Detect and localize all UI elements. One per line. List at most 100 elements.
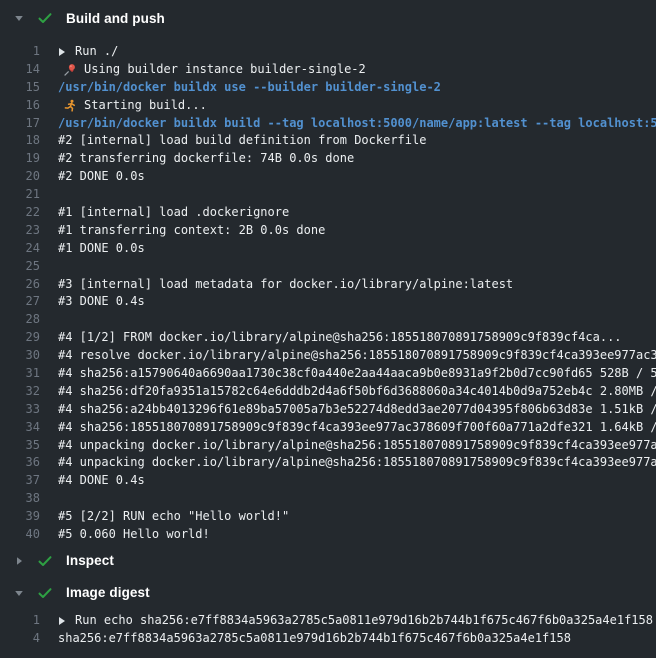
log-line: 28 (0, 311, 656, 329)
chevron-down-icon[interactable] (14, 13, 24, 23)
line-number[interactable]: 24 (0, 240, 40, 258)
log-text: #4 unpacking docker.io/library/alpine@sh… (58, 454, 656, 472)
runner-icon (63, 99, 77, 113)
log-block-image-digest: 1Run echo sha256:e7ff8834a5963a2785c5a08… (0, 612, 656, 648)
line-number[interactable]: 19 (0, 150, 40, 168)
line-number[interactable]: 17 (0, 115, 40, 133)
line-number[interactable]: 26 (0, 276, 40, 294)
line-number[interactable]: 35 (0, 437, 40, 455)
status-check-wrap (37, 585, 53, 601)
log-line-text: #5 [2/2] RUN echo "Hello world!" (40, 508, 289, 526)
line-number[interactable]: 25 (0, 258, 40, 276)
line-number[interactable]: 20 (0, 168, 40, 186)
run-toggle-icon[interactable] (58, 47, 66, 57)
run-toggle-icon[interactable] (58, 616, 66, 626)
line-number[interactable]: 33 (0, 401, 40, 419)
log-text: /usr/bin/docker buildx use --builder bui… (58, 79, 441, 97)
log-line: 33 #4 sha256:a24bb4013296f61e89ba57005a7b… (0, 401, 656, 419)
log-text: #2 DONE 0.0s (58, 168, 145, 186)
line-number[interactable]: 16 (0, 97, 40, 115)
check-icon (37, 10, 53, 26)
check-icon (37, 585, 53, 601)
line-number[interactable]: 40 (0, 526, 40, 544)
line-number[interactable]: 29 (0, 329, 40, 347)
log-line: 21 (0, 186, 656, 204)
section-title: Inspect (66, 553, 114, 568)
line-number[interactable]: 1 (0, 612, 40, 630)
line-number[interactable]: 15 (0, 79, 40, 97)
log-line-text: #4 unpacking docker.io/library/alpine@sh… (40, 437, 656, 455)
log-line: 31 #4 sha256:a15790640a6690aa1730c38cf0a4… (0, 365, 656, 383)
line-number[interactable]: 39 (0, 508, 40, 526)
log-line: 39 #5 [2/2] RUN echo "Hello world!" (0, 508, 656, 526)
log-line-text: #3 DONE 0.4s (40, 293, 145, 311)
chevron-wrap[interactable] (14, 556, 24, 566)
log-line[interactable]: 1 Run ./ (0, 43, 656, 61)
chevron-right-icon[interactable] (14, 556, 24, 566)
log-text: #4 resolve docker.io/library/alpine@sha2… (58, 347, 656, 365)
section-header-inspect[interactable]: Inspect (0, 550, 656, 572)
log-text: #5 0.060 Hello world! (58, 526, 210, 544)
chevron-wrap[interactable] (14, 13, 24, 23)
line-number[interactable]: 4 (0, 630, 40, 648)
log-line: 35 #4 unpacking docker.io/library/alpine@… (0, 437, 656, 455)
run-toggle-wrap[interactable] (58, 616, 66, 626)
log-text: Using builder instance builder-single-2 (84, 61, 366, 79)
line-number[interactable]: 23 (0, 222, 40, 240)
line-number[interactable]: 31 (0, 365, 40, 383)
line-number[interactable]: 18 (0, 132, 40, 150)
log-block-build-and-push: 1 Run ./ 14 Using builder instance builder-… (0, 43, 656, 544)
log-line-text: #4 sha256:185518070891758909c9f839cf4ca3… (40, 419, 656, 437)
log-line-text: /usr/bin/docker buildx build --tag local… (40, 115, 656, 133)
log-text: #3 DONE 0.4s (58, 293, 145, 311)
log-text: #3 [internal] load metadata for docker.i… (58, 276, 513, 294)
line-number[interactable]: 32 (0, 383, 40, 401)
log-line-text: sha256:e7ff8834a5963a2785c5a0811e979d16b… (40, 630, 571, 648)
line-number[interactable]: 1 (0, 43, 40, 61)
log-line-text: #4 sha256:a15790640a6690aa1730c38cf0a440… (40, 365, 656, 383)
log-text: Run ./ (75, 43, 118, 61)
log-text: #2 transferring dockerfile: 74B 0.0s don… (58, 150, 354, 168)
log-line-text: /usr/bin/docker buildx use --builder bui… (40, 79, 441, 97)
line-number[interactable]: 34 (0, 419, 40, 437)
log-line: 24#1 DONE 0.0s (0, 240, 656, 258)
line-number[interactable]: 21 (0, 186, 40, 204)
log-line[interactable]: 1Run echo sha256:e7ff8834a5963a2785c5a08… (0, 612, 656, 630)
log-text: #1 transferring context: 2B 0.0s done (58, 222, 325, 240)
log-line: 29#4 [1/2] FROM docker.io/library/alpine… (0, 329, 656, 347)
log-line: 23 #1 transferring context: 2B 0.0s done (0, 222, 656, 240)
line-number[interactable]: 37 (0, 472, 40, 490)
log-line-text: Run echo sha256:e7ff8834a5963a2785c5a081… (40, 612, 653, 630)
log-text: #5 [2/2] RUN echo "Hello world!" (58, 508, 289, 526)
log-line: 32 #4 sha256:df20fa9351a15782c64e6dddb2d4… (0, 383, 656, 401)
log-line: 26 #3 [internal] load metadata for docker… (0, 276, 656, 294)
chevron-down-icon[interactable] (14, 588, 24, 598)
status-check-wrap (37, 553, 53, 569)
line-number[interactable]: 28 (0, 311, 40, 329)
log-line-text: #4 sha256:df20fa9351a15782c64e6dddb2d4a6… (40, 383, 656, 401)
line-number[interactable]: 22 (0, 204, 40, 222)
log-text: #4 sha256:df20fa9351a15782c64e6dddb2d4a6… (58, 383, 656, 401)
log-line-text: #1 DONE 0.0s (40, 240, 145, 258)
log-line: 40 #5 0.060 Hello world! (0, 526, 656, 544)
section-header-build-and-push[interactable]: Build and push (0, 0, 656, 36)
chevron-wrap[interactable] (14, 588, 24, 598)
pushpin-icon-wrap (62, 63, 77, 77)
line-number[interactable]: 30 (0, 347, 40, 365)
log-text: #4 sha256:a24bb4013296f61e89ba57005a7b3e… (58, 401, 656, 419)
log-line: 16Starting build... (0, 97, 656, 115)
log-text: #4 unpacking docker.io/library/alpine@sh… (58, 437, 656, 455)
log-text: #4 sha256:185518070891758909c9f839cf4ca3… (58, 419, 656, 437)
line-number[interactable]: 36 (0, 454, 40, 472)
section-header-image-digest[interactable]: Image digest (0, 582, 656, 604)
log-text: sha256:e7ff8834a5963a2785c5a0811e979d16b… (58, 630, 571, 648)
log-text: #2 [internal] load build definition from… (58, 132, 426, 150)
line-number[interactable]: 38 (0, 490, 40, 508)
log-line-text: #5 0.060 Hello world! (40, 526, 210, 544)
log-line-text: #1 transferring context: 2B 0.0s done (40, 222, 325, 240)
run-toggle-wrap[interactable] (58, 47, 66, 57)
line-number[interactable]: 14 (0, 61, 40, 79)
log-line: 19 #2 transferring dockerfile: 74B 0.0s d… (0, 150, 656, 168)
log-text: #4 sha256:a15790640a6690aa1730c38cf0a440… (58, 365, 656, 383)
line-number[interactable]: 27 (0, 293, 40, 311)
